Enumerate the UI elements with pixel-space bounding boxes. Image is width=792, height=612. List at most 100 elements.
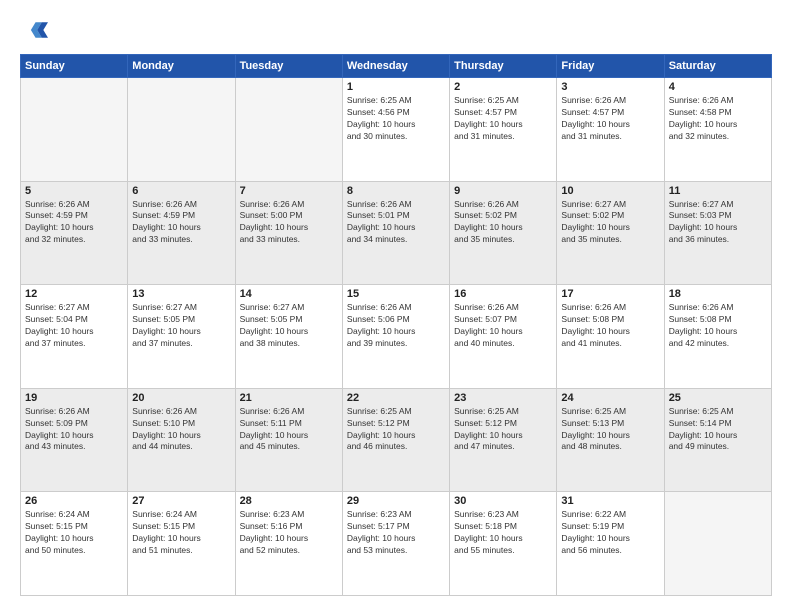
day-info: Sunrise: 6:25 AMSunset: 5:12 PMDaylight:… (454, 406, 552, 454)
day-info: Sunrise: 6:27 AMSunset: 5:03 PMDaylight:… (669, 199, 767, 247)
day-number: 23 (454, 392, 552, 404)
day-info: Sunrise: 6:26 AMSunset: 5:08 PMDaylight:… (669, 302, 767, 350)
calendar-cell (128, 78, 235, 182)
weekday-header-monday: Monday (128, 55, 235, 78)
calendar-cell (664, 492, 771, 596)
day-number: 10 (561, 185, 659, 197)
day-info: Sunrise: 6:27 AMSunset: 5:05 PMDaylight:… (240, 302, 338, 350)
day-info: Sunrise: 6:22 AMSunset: 5:19 PMDaylight:… (561, 509, 659, 557)
weekday-header-row: SundayMondayTuesdayWednesdayThursdayFrid… (21, 55, 772, 78)
day-info: Sunrise: 6:26 AMSunset: 4:57 PMDaylight:… (561, 95, 659, 143)
day-number: 30 (454, 495, 552, 507)
day-number: 27 (132, 495, 230, 507)
calendar-cell (235, 78, 342, 182)
page: SundayMondayTuesdayWednesdayThursdayFrid… (0, 0, 792, 612)
calendar-cell: 5Sunrise: 6:26 AMSunset: 4:59 PMDaylight… (21, 181, 128, 285)
calendar-cell: 22 Sunrise: 6:25 AMSunset: 5:12 PMDayligh… (342, 388, 449, 492)
day-number: 21 (240, 392, 338, 404)
day-info: Sunrise: 6:25 AMSunset: 5:13 PMDaylight:… (561, 406, 659, 454)
day-info: Sunrise: 6:26 AMSunset: 5:06 PMDaylight:… (347, 302, 445, 350)
day-number: 20 (132, 392, 230, 404)
calendar-cell: 25 Sunrise: 6:25 AMSunset: 5:14 PMDayligh… (664, 388, 771, 492)
day-number: 25 (669, 392, 767, 404)
calendar-cell: 21 Sunrise: 6:26 AMSunset: 5:11 PMDayligh… (235, 388, 342, 492)
day-number: 22 (347, 392, 445, 404)
calendar-cell: 11 Sunrise: 6:27 AMSunset: 5:03 PMDayligh… (664, 181, 771, 285)
calendar-cell: 26 Sunrise: 6:24 AMSunset: 5:15 PMDayligh… (21, 492, 128, 596)
day-number: 13 (132, 288, 230, 300)
day-number: 14 (240, 288, 338, 300)
day-info: Sunrise: 6:25 AMSunset: 5:12 PMDaylight:… (347, 406, 445, 454)
day-number: 19 (25, 392, 123, 404)
day-info: Sunrise: 6:24 AMSunset: 5:15 PMDaylight:… (25, 509, 123, 557)
calendar-cell: 2Sunrise: 6:25 AMSunset: 4:57 PMDaylight… (450, 78, 557, 182)
day-info: Sunrise: 6:26 AMSunset: 5:09 PMDaylight:… (25, 406, 123, 454)
weekday-header-sunday: Sunday (21, 55, 128, 78)
calendar-cell: 8 Sunrise: 6:26 AMSunset: 5:01 PMDaylight… (342, 181, 449, 285)
day-number: 16 (454, 288, 552, 300)
calendar-cell: 19 Sunrise: 6:26 AMSunset: 5:09 PMDayligh… (21, 388, 128, 492)
calendar-cell: 30 Sunrise: 6:23 AMSunset: 5:18 PMDayligh… (450, 492, 557, 596)
calendar-cell: 29Sunrise: 6:23 AMSunset: 5:17 PMDayligh… (342, 492, 449, 596)
day-info: Sunrise: 6:26 AMSunset: 5:08 PMDaylight:… (561, 302, 659, 350)
calendar-cell: 24 Sunrise: 6:25 AMSunset: 5:13 PMDayligh… (557, 388, 664, 492)
day-number: 31 (561, 495, 659, 507)
day-info: Sunrise: 6:25 AMSunset: 4:56 PMDaylight:… (347, 95, 445, 143)
calendar-table: SundayMondayTuesdayWednesdayThursdayFrid… (20, 54, 772, 596)
calendar-cell: 23 Sunrise: 6:25 AMSunset: 5:12 PMDayligh… (450, 388, 557, 492)
calendar-cell: 6Sunrise: 6:26 AMSunset: 4:59 PMDaylight… (128, 181, 235, 285)
logo (20, 16, 52, 44)
calendar-cell: 31 Sunrise: 6:22 AMSunset: 5:19 PMDayligh… (557, 492, 664, 596)
calendar-cell: 15Sunrise: 6:26 AMSunset: 5:06 PMDayligh… (342, 285, 449, 389)
calendar-week-row: 26 Sunrise: 6:24 AMSunset: 5:15 PMDayligh… (21, 492, 772, 596)
day-info: Sunrise: 6:23 AMSunset: 5:18 PMDaylight:… (454, 509, 552, 557)
day-info: Sunrise: 6:26 AMSunset: 5:10 PMDaylight:… (132, 406, 230, 454)
day-info: Sunrise: 6:26 AMSunset: 5:02 PMDaylight:… (454, 199, 552, 247)
calendar-week-row: 19 Sunrise: 6:26 AMSunset: 5:09 PMDayligh… (21, 388, 772, 492)
day-number: 24 (561, 392, 659, 404)
calendar-cell: 9Sunrise: 6:26 AMSunset: 5:02 PMDaylight… (450, 181, 557, 285)
day-info: Sunrise: 6:26 AMSunset: 5:11 PMDaylight:… (240, 406, 338, 454)
day-info: Sunrise: 6:25 AMSunset: 5:14 PMDaylight:… (669, 406, 767, 454)
day-number: 4 (669, 81, 767, 93)
day-info: Sunrise: 6:26 AMSunset: 5:07 PMDaylight:… (454, 302, 552, 350)
calendar-cell: 14 Sunrise: 6:27 AMSunset: 5:05 PMDayligh… (235, 285, 342, 389)
weekday-header-thursday: Thursday (450, 55, 557, 78)
calendar-cell: 17 Sunrise: 6:26 AMSunset: 5:08 PMDayligh… (557, 285, 664, 389)
weekday-header-tuesday: Tuesday (235, 55, 342, 78)
weekday-header-friday: Friday (557, 55, 664, 78)
day-info: Sunrise: 6:23 AMSunset: 5:16 PMDaylight:… (240, 509, 338, 557)
calendar-cell: 4Sunrise: 6:26 AMSunset: 4:58 PMDaylight… (664, 78, 771, 182)
calendar-cell: 18Sunrise: 6:26 AMSunset: 5:08 PMDayligh… (664, 285, 771, 389)
weekday-header-saturday: Saturday (664, 55, 771, 78)
day-number: 3 (561, 81, 659, 93)
day-number: 29 (347, 495, 445, 507)
calendar-cell: 7 Sunrise: 6:26 AMSunset: 5:00 PMDaylight… (235, 181, 342, 285)
day-info: Sunrise: 6:26 AMSunset: 5:00 PMDaylight:… (240, 199, 338, 247)
day-number: 12 (25, 288, 123, 300)
day-info: Sunrise: 6:26 AMSunset: 5:01 PMDaylight:… (347, 199, 445, 247)
calendar-cell: 27Sunrise: 6:24 AMSunset: 5:15 PMDayligh… (128, 492, 235, 596)
calendar-cell: 10 Sunrise: 6:27 AMSunset: 5:02 PMDayligh… (557, 181, 664, 285)
calendar-cell: 12Sunrise: 6:27 AMSunset: 5:04 PMDayligh… (21, 285, 128, 389)
calendar-cell: 13 Sunrise: 6:27 AMSunset: 5:05 PMDayligh… (128, 285, 235, 389)
day-number: 7 (240, 185, 338, 197)
calendar-week-row: 1 Sunrise: 6:25 AMSunset: 4:56 PMDaylight… (21, 78, 772, 182)
day-number: 11 (669, 185, 767, 197)
weekday-header-wednesday: Wednesday (342, 55, 449, 78)
day-info: Sunrise: 6:26 AMSunset: 4:59 PMDaylight:… (132, 199, 230, 247)
day-number: 1 (347, 81, 445, 93)
calendar-cell (21, 78, 128, 182)
day-number: 8 (347, 185, 445, 197)
day-number: 26 (25, 495, 123, 507)
day-info: Sunrise: 6:26 AMSunset: 4:59 PMDaylight:… (25, 199, 123, 247)
header (20, 16, 772, 44)
day-info: Sunrise: 6:27 AMSunset: 5:05 PMDaylight:… (132, 302, 230, 350)
day-number: 17 (561, 288, 659, 300)
day-number: 28 (240, 495, 338, 507)
calendar-cell: 1 Sunrise: 6:25 AMSunset: 4:56 PMDaylight… (342, 78, 449, 182)
calendar-week-row: 5Sunrise: 6:26 AMSunset: 4:59 PMDaylight… (21, 181, 772, 285)
day-info: Sunrise: 6:27 AMSunset: 5:02 PMDaylight:… (561, 199, 659, 247)
calendar-cell: 3 Sunrise: 6:26 AMSunset: 4:57 PMDaylight… (557, 78, 664, 182)
calendar-cell: 28 Sunrise: 6:23 AMSunset: 5:16 PMDayligh… (235, 492, 342, 596)
